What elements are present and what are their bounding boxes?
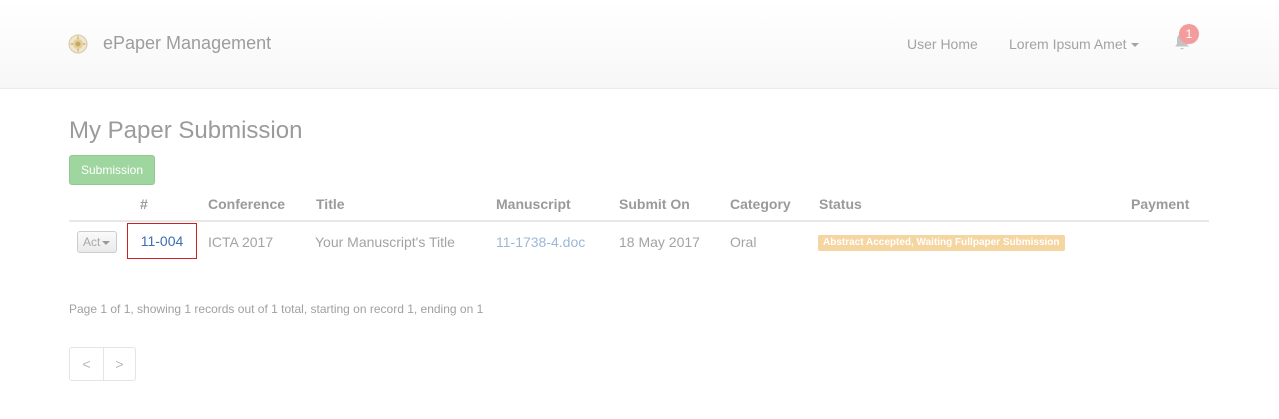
next-page-button[interactable]: > xyxy=(103,348,136,380)
cell-submit-on: 18 May 2017 xyxy=(619,234,700,250)
navbar: ePaper Management User Home Lorem Ipsum … xyxy=(0,0,1279,89)
row-action-label: Act xyxy=(83,235,101,249)
cell-conference: ICTA 2017 xyxy=(208,234,274,250)
pagination-info: Page 1 of 1, showing 1 records out of 1 … xyxy=(69,302,484,316)
row-action-dropdown[interactable]: Act xyxy=(77,231,117,253)
pagination: < > xyxy=(69,347,136,381)
column-header-id: # xyxy=(140,196,148,212)
column-header-title: Title xyxy=(316,196,345,212)
column-header-submit-on: Submit On xyxy=(619,196,690,212)
user-menu-dropdown[interactable]: Lorem Ipsum Amet xyxy=(1009,36,1139,52)
previous-page-button[interactable]: < xyxy=(70,348,104,380)
user-menu-label: Lorem Ipsum Amet xyxy=(1009,36,1127,52)
brand-title[interactable]: ePaper Management xyxy=(103,33,271,54)
column-header-payment: Payment xyxy=(1131,196,1190,212)
status-badge: Abstract Accepted, Waiting Fullpaper Sub… xyxy=(818,235,1065,251)
column-header-category: Category xyxy=(730,196,791,212)
notification-count-badge[interactable]: 1 xyxy=(1179,24,1199,44)
manuscript-file-link[interactable]: 11-1738-4.doc xyxy=(496,234,585,250)
column-header-manuscript: Manuscript xyxy=(496,196,571,212)
page-title: My Paper Submission xyxy=(69,117,303,144)
column-header-status: Status xyxy=(819,196,862,212)
nav-user-home[interactable]: User Home xyxy=(907,36,978,52)
table-header-divider xyxy=(69,220,1209,222)
submission-id-link[interactable]: 11-004 xyxy=(127,223,197,259)
chevron-down-icon xyxy=(102,240,111,245)
chevron-down-icon xyxy=(1130,43,1139,48)
emblem-logo-icon[interactable] xyxy=(68,34,88,54)
submission-button[interactable]: Submission xyxy=(69,155,155,185)
cell-category: Oral xyxy=(730,234,757,250)
cell-title: Your Manuscript's Title xyxy=(315,234,455,250)
column-header-conference: Conference xyxy=(208,196,286,212)
